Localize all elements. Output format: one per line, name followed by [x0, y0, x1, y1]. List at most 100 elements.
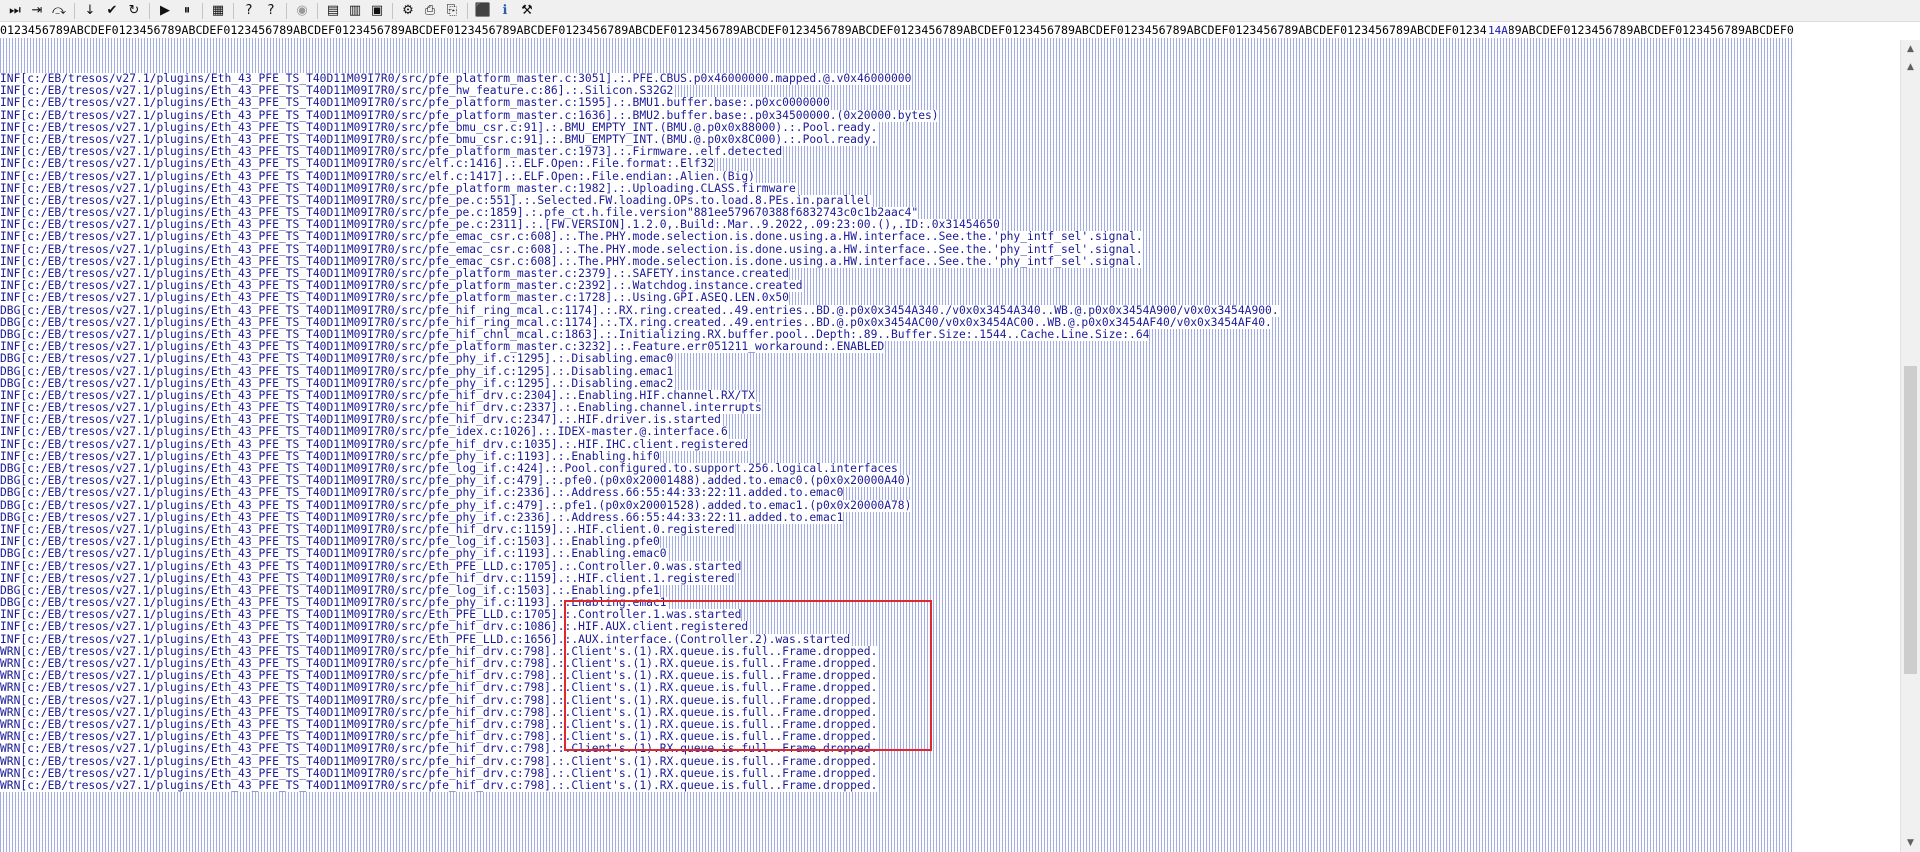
log-line: INF[c:/EB/tresos/v27.1/plugins/Eth_43_PF… [0, 425, 1279, 439]
pause-icon[interactable]: ⏸ [176, 1, 198, 21]
log-source: c:/EB/tresos/v27.1/plugins/Eth_43_PFE_TS… [27, 303, 599, 317]
log-line: DBG[c:/EB/tresos/v27.1/plugins/Eth_43_PF… [0, 547, 1279, 561]
log-bracket: [ [20, 693, 28, 707]
log-message: .:.Client's.(1).RX.queue.is.full..Frame.… [550, 754, 878, 768]
binary-icon[interactable]: ▥ [344, 1, 366, 21]
log-bracket: [ [20, 742, 28, 756]
log-line: DBG[c:/EB/tresos/v27.1/plugins/Eth_43_PF… [0, 498, 1279, 512]
log-bracket: [ [20, 547, 28, 561]
log-line: INF[c:/EB/tresos/v27.1/plugins/Eth_43_PF… [0, 559, 1279, 573]
log-source: c:/EB/tresos/v27.1/plugins/Eth_43_PFE_TS… [27, 96, 613, 110]
log-source: c:/EB/tresos/v27.1/plugins/Eth_43_PFE_TS… [27, 742, 551, 756]
log-bracket: [ [20, 242, 28, 256]
scrollbar-thumb[interactable] [1904, 366, 1917, 674]
scroll-down-icon[interactable]: ▼ [1901, 834, 1920, 852]
log-level: WRN [0, 754, 21, 768]
log-source: c:/EB/tresos/v27.1/plugins/Eth_43_PFE_TS… [27, 364, 551, 378]
log-bracket: [ [20, 108, 28, 122]
log-line: WRN[c:/EB/tresos/v27.1/plugins/Eth_43_PF… [0, 742, 1279, 756]
log-source: c:/EB/tresos/v27.1/plugins/Eth_43_PFE_TS… [27, 547, 551, 561]
check-icon[interactable]: ✔ [101, 1, 123, 21]
log-message: .:.Client's.(1).RX.queue.is.full..Frame.… [550, 681, 878, 695]
log-line: WRN[c:/EB/tresos/v27.1/plugins/Eth_43_PF… [0, 693, 1279, 707]
log-source: c:/EB/tresos/v27.1/plugins/Eth_43_PFE_TS… [27, 778, 551, 793]
log-bracket: [ [20, 754, 28, 768]
log-message: .:.ELF.Open:.File.endian:.Alien.(Big) [503, 169, 755, 183]
log-source: c:/EB/tresos/v27.1/plugins/Eth_43_PFE_TS… [27, 437, 558, 451]
log-line: DBG[c:/EB/tresos/v27.1/plugins/Eth_43_PF… [0, 303, 1279, 317]
info-icon[interactable]: ℹ [494, 1, 516, 21]
settings-icon[interactable]: ⚙ [397, 1, 419, 21]
scroll-page-up-icon[interactable]: ▲ [1901, 58, 1920, 76]
log-source: c:/EB/tresos/v27.1/plugins/Eth_43_PFE_TS… [27, 108, 613, 122]
log-level: WRN [0, 742, 21, 756]
log-line: INF[c:/EB/tresos/v27.1/plugins/Eth_43_PF… [0, 158, 1279, 171]
log-line: INF[c:/EB/tresos/v27.1/plugins/Eth_43_PF… [0, 632, 1279, 646]
log-level: DBG [0, 352, 21, 366]
log-level: DBG [0, 547, 21, 561]
log-bracket: [ [20, 632, 28, 646]
memory-viewer[interactable]: INF[c:/EB/tresos/v27.1/plugins/Eth_43_PF… [0, 38, 1794, 852]
context-help-icon[interactable]: ? [260, 1, 282, 21]
run-to-end-icon[interactable]: ⏭ [4, 1, 26, 21]
log-line: DBG[c:/EB/tresos/v27.1/plugins/Eth_43_PF… [0, 352, 1279, 366]
toolbar-separator [233, 2, 234, 19]
log-source: c:/EB/tresos/v27.1/plugins/Eth_43_PFE_TS… [27, 486, 551, 500]
step-into-icon[interactable]: ⇥ [26, 1, 48, 21]
log-line: INF[c:/EB/tresos/v27.1/plugins/Eth_43_PF… [0, 169, 1279, 183]
log-message: .:.pfe1.(p0x0x20001528).added.to.emac1.(… [544, 498, 912, 512]
log-message: .:.HIF.IHC.client.registered [557, 437, 749, 451]
log-message: .:.IDEX-master.@.interface.6 [537, 425, 728, 439]
log-level: INF [0, 632, 21, 646]
log-message: .:.BMU2.buffer.base:.p0x34500000.(0x2000… [612, 108, 939, 122]
log-level: DBG [0, 364, 21, 378]
play-icon[interactable]: ▶ [154, 1, 176, 21]
log-line: INF[c:/EB/tresos/v27.1/plugins/Eth_43_PF… [0, 437, 1279, 451]
log-message: .:.AUX.interface.(Controller.2).was.star… [557, 632, 851, 646]
log-message: .:.BMU1.buffer.base:.p0xc0000000 [612, 96, 830, 110]
log-bracket: [ [20, 169, 28, 183]
step-over-icon[interactable]: ⤼ [48, 1, 70, 21]
log-line: WRN[c:/EB/tresos/v27.1/plugins/Eth_43_PF… [0, 754, 1279, 768]
toolbar: ⏭ ⇥ ⤼ ↓ ✔ ↻ ▶ ⏸ ▦?? ◉ ▤ ▥ ▣ ⚙ ⎙ ⎘ ⬛ ℹ ⚒ [0, 0, 1920, 22]
log-level: DBG [0, 486, 21, 500]
log-bracket: [ [20, 498, 28, 512]
log-message: .:.Using.GPI.ASEQ.LEN.0x50 [612, 291, 789, 305]
log-message: .:.Controller.0.was.started [557, 559, 742, 573]
log-line: INF[c:/EB/tresos/v27.1/plugins/Eth_43_PF… [0, 620, 1279, 634]
log-level: INF [0, 425, 21, 439]
help-icon[interactable]: ? [238, 1, 260, 21]
log-message: .:.Disabling.emac0 [550, 352, 674, 366]
log-bracket: [ [20, 230, 28, 244]
log-level: DBG [0, 303, 21, 317]
export-icon[interactable]: ⎘ [441, 1, 463, 21]
step-down-icon[interactable]: ↓ [79, 1, 101, 21]
print-icon[interactable]: ⎙ [419, 1, 441, 21]
log-source: c:/EB/tresos/v27.1/plugins/Eth_43_PFE_TS… [27, 291, 613, 305]
log-level: INF [0, 169, 21, 183]
log-bracket: [ [20, 681, 28, 695]
tools-icon[interactable]: ⚒ [516, 1, 538, 21]
log-level: INF [0, 108, 21, 122]
record-icon[interactable]: ⬛ [472, 1, 494, 21]
grid-icon[interactable]: ▤ [322, 1, 344, 21]
disabled-icon[interactable]: ◉ [291, 1, 313, 21]
toolbar-separator [392, 2, 393, 19]
toolbar-separator [467, 2, 468, 19]
log-bracket: [ [20, 778, 28, 793]
memory-icon[interactable]: ▣ [366, 1, 388, 21]
reset-icon[interactable]: ▦ [207, 1, 229, 21]
log-message: .:.HIF.AUX.client.registered [557, 620, 749, 634]
log-level: INF [0, 96, 21, 110]
log-message: .:.Enabling.emac0 [550, 547, 667, 561]
vertical-scrollbar[interactable]: ▲ ▲ ▼ [1900, 40, 1920, 852]
log-source: c:/EB/tresos/v27.1/plugins/Eth_43_PFE_TS… [27, 754, 551, 768]
log-source: c:/EB/tresos/v27.1/plugins/Eth_43_PFE_TS… [27, 498, 545, 512]
log-level: INF [0, 230, 21, 244]
scroll-up-icon[interactable]: ▲ [1901, 40, 1920, 58]
refresh-icon[interactable]: ↻ [123, 1, 145, 21]
toolbar-separator [317, 2, 318, 19]
log-bracket: [ [20, 559, 28, 573]
log-bracket: [ [20, 425, 28, 439]
log-source: c:/EB/tresos/v27.1/plugins/Eth_43_PFE_TS… [27, 681, 551, 695]
